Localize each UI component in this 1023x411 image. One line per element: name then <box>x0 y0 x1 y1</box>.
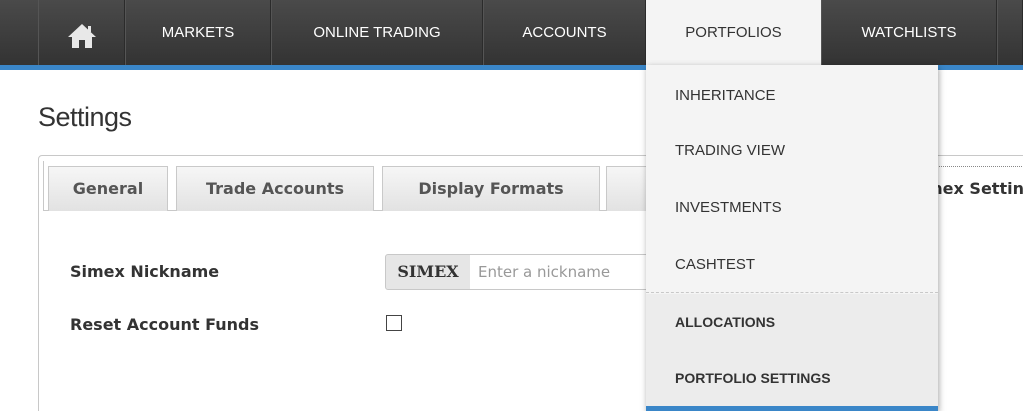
menu-item-allocations[interactable]: ALLOCATIONS <box>646 294 938 350</box>
reset-account-funds-checkbox[interactable] <box>386 315 402 331</box>
menu-item-inheritance[interactable]: INHERITANCE <box>646 68 938 124</box>
simex-nickname-label: Simex Nickname <box>70 262 220 281</box>
nav-divider <box>997 0 1023 65</box>
menu-accent-bar <box>646 406 938 411</box>
tab-display-formats[interactable]: Display Formats <box>382 166 600 211</box>
nav-online-trading[interactable]: ONLINE TRADING <box>271 0 483 65</box>
nav-accounts[interactable]: ACCOUNTS <box>483 0 646 65</box>
simex-addon: SIMEX <box>385 254 471 290</box>
tab-general[interactable]: General <box>48 166 168 211</box>
portfolios-dropdown: INHERITANCE TRADING VIEW INVESTMENTS CAS… <box>646 65 938 411</box>
top-nav: MARKETS ONLINE TRADING ACCOUNTS PORTFOLI… <box>0 0 1023 70</box>
home-icon <box>67 12 97 77</box>
menu-item-investments[interactable]: INVESTMENTS <box>646 180 938 236</box>
page-title: Settings <box>38 102 132 132</box>
reset-account-funds-label: Reset Account Funds <box>70 315 259 334</box>
menu-item-trading-view[interactable]: TRADING VIEW <box>646 123 938 179</box>
nav-markets[interactable]: MARKETS <box>125 0 271 65</box>
tab-trade-accounts[interactable]: Trade Accounts <box>176 166 374 211</box>
menu-divider <box>646 292 938 293</box>
nav-portfolios[interactable]: PORTFOLIOS <box>646 0 821 65</box>
nickname-input[interactable] <box>470 254 670 290</box>
menu-item-cashtest[interactable]: CASHTEST <box>646 237 938 293</box>
nav-watchlists[interactable]: WATCHLISTS <box>821 0 997 65</box>
menu-item-portfolio-settings[interactable]: PORTFOLIO SETTINGS <box>646 350 938 406</box>
nav-home-button[interactable] <box>38 0 125 65</box>
